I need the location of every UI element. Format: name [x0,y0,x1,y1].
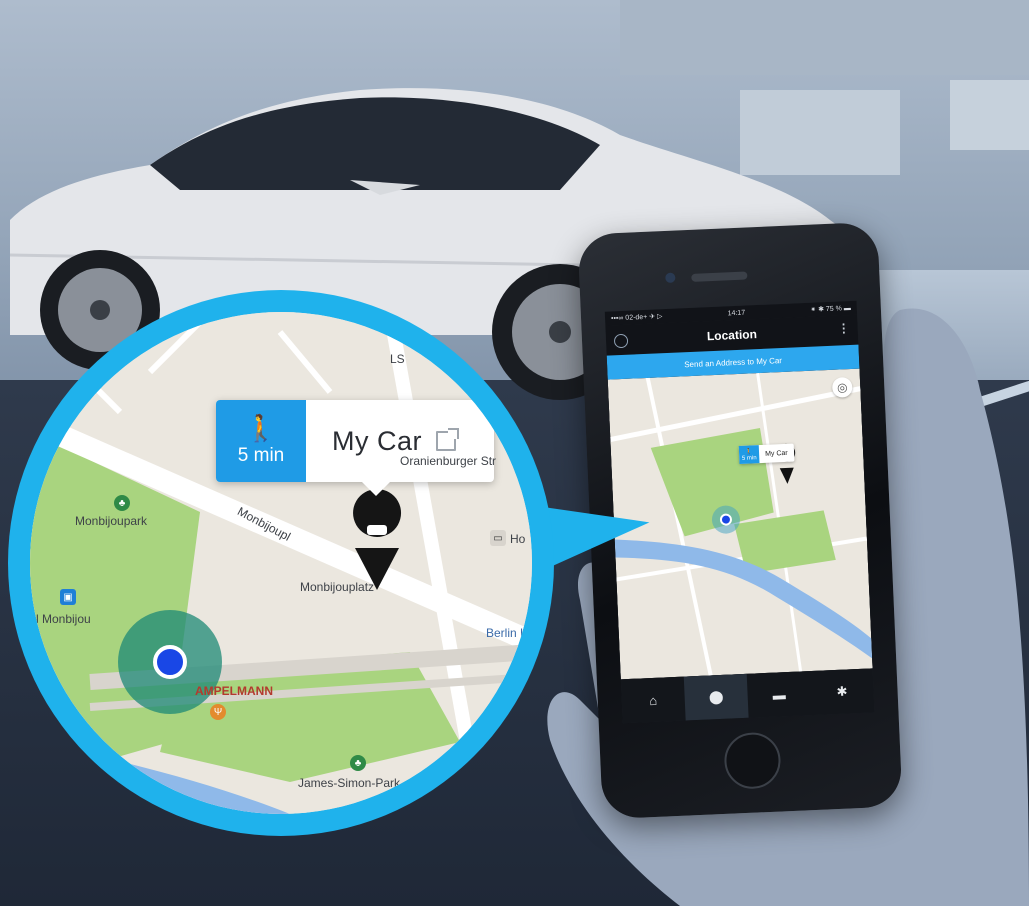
zoom-map: 🚶 5 min My Car Oranienburger Str Monbijo… [30,312,532,814]
map-label-ls: LS [390,352,405,366]
park-poi-icon: ♣ [114,495,130,511]
transit-poi-icon: ▣ [60,589,76,605]
car-icon: ▬ [772,686,786,703]
status-time: 14:17 [727,309,746,317]
walk-time-box: 🚶 5 min [216,400,306,482]
map-label-platz: Monbijouplatz [300,580,375,594]
building-block [620,0,1029,75]
walking-person-icon: 🚶 [244,413,278,443]
status-carrier: •••∞ 02-de+ ✈ ▷ [610,313,663,323]
car-name-label: My Car [332,425,422,456]
map-label-berlin: Berlin H [486,626,529,640]
home-icon: ⌂ [648,692,658,708]
map-label-monbijou: l Monbijou [36,612,91,626]
walk-time-label: 5 min [237,445,285,466]
street-label-top: Oranienburger Str [400,454,497,468]
map-label-park: Monbijoupark [75,514,148,528]
send-address-label: Send an Address to My Car [684,355,783,369]
open-external-icon[interactable] [436,428,459,451]
zoom-magnifier: 🚶 5 min My Car Oranienburger Str Monbijo… [8,290,554,836]
restaurant-poi-icon: Ψ [210,704,226,720]
tab-home[interactable]: ⌂ [621,677,686,724]
tab-location[interactable]: ⬤ [683,673,749,721]
zoom-map-graphic [30,312,532,814]
map-label-james-simon: James-Simon-Park [298,776,401,790]
status-battery: ⁕ ✱ 75 % ▬ [810,304,851,314]
map-label-hotel: Ho [510,532,526,546]
tab-vehicle[interactable]: ▬ [747,671,812,718]
more-menu-icon[interactable]: ⋮ [837,321,850,336]
park-poi-icon: ♣ [350,755,366,771]
car-name-section: My Car [306,400,494,482]
hotel-poi-icon: ▭ [490,530,506,546]
map-label-ampelmann: AMPELMANN [195,684,273,698]
walk-time-mini-label: 5 min [741,454,757,462]
page-title: Location [706,327,758,344]
walk-time-mini: 🚶 5 min [738,445,760,464]
building-block [950,80,1029,150]
brand-logo-icon[interactable] [613,333,629,349]
tab-settings[interactable]: ✱ [810,668,875,715]
gear-icon: ✱ [836,683,848,699]
car-callout[interactable]: 🚶 5 min My Car [216,400,494,496]
car-name-mini: My Car [764,449,788,458]
location-pin-icon: ⬤ [708,688,724,705]
car-callout-mini[interactable]: 🚶 5 min My Car [738,443,795,464]
